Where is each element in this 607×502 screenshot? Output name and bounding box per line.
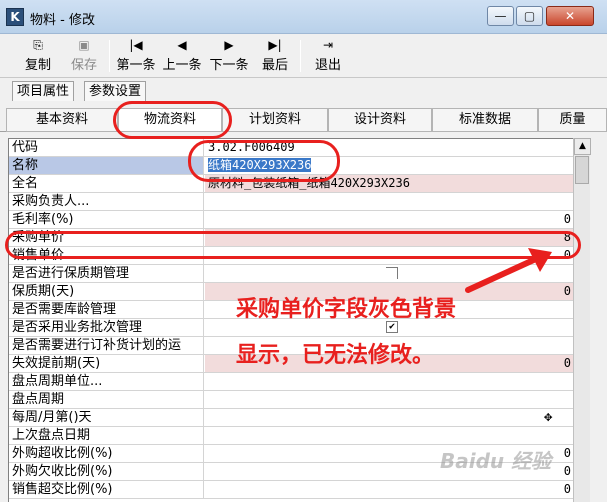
annotation-line-2: 显示，已无法修改。 [236,343,435,368]
row-label: 失效提前期(天) [9,355,204,372]
shelf-life-mgmt-checkbox[interactable] [386,267,398,279]
row-label: 是否需要进行订补货计划的运 [9,337,204,354]
last-count-date-value[interactable] [205,427,574,444]
row-label: 外购超收比例(%) [9,445,204,462]
copy-button[interactable]: ⎘ 复制 [18,36,58,76]
row-label: 是否需要库龄管理 [9,301,204,318]
row-label: 全名 [9,175,204,192]
prev-record-button[interactable]: ◀ 上一条 [159,36,205,76]
prev-record-label: 上一条 [162,58,202,73]
grid-row-code[interactable]: 代码 3.02.F006409 [9,139,574,157]
row-label: 名称 [9,157,204,174]
app-logo-icon: K [6,8,24,26]
tab-standard-data[interactable]: 标准数据 [432,108,538,132]
row-label: 销售单价 [9,247,204,264]
vertical-scrollbar[interactable]: ▲ [573,138,591,502]
grid-row-over-deliver[interactable]: 销售超交比例(%) 0 [9,481,574,499]
baidu-watermark: Baidu 经验 [440,449,552,473]
move-cursor-icon: ✥ [544,409,553,425]
full-name-value: 原材料_包装纸箱_纸箱420X293X236 [205,175,574,192]
window-title: 物料 - 修改 [30,13,95,28]
tab-item-properties[interactable]: 项目属性 [12,81,75,101]
save-button[interactable]: ▣ 保存 [64,36,104,76]
row-label: 盘点周期 [9,391,204,408]
row-label: 采购负责人... [9,193,204,210]
purchase-price-value: 8 [205,229,574,246]
grid-row-full-name[interactable]: 全名 原材料_包装纸箱_纸箱420X293X236 [9,175,574,193]
row-label: 保质期(天) [9,283,204,300]
close-button[interactable]: ✕ [546,6,594,26]
scroll-thumb[interactable] [575,156,589,184]
tab-parameter-settings[interactable]: 参数设置 [84,81,147,101]
title-bar: K 物料 - 修改 — ▢ ✕ [0,0,607,34]
count-cycle-value[interactable] [205,391,574,408]
grid-row-count-cycle-unit[interactable]: 盘点周期单位... [9,373,574,391]
sales-price-value[interactable]: 0 [205,247,574,264]
grid-row-name[interactable]: 名称 纸箱420X293X236 [9,157,574,175]
tab-quality[interactable]: 质量 [538,108,607,132]
last-record-button[interactable]: ▶| 最后 [256,36,294,76]
row-label: 是否进行保质期管理 [9,265,204,282]
maximize-button[interactable]: ▢ [516,6,543,26]
row-label: 盘点周期单位... [9,373,204,390]
row-label: 代码 [9,139,204,156]
row-label: 采购单价 [9,229,204,246]
shelf-life-mgmt-value[interactable] [205,265,574,282]
next-record-button[interactable]: ▶ 下一条 [205,36,253,76]
next-record-label: 下一条 [209,58,249,73]
grid-row-sales-price[interactable]: 销售单价 0 [9,247,574,265]
tab-logistics-info[interactable]: 物流资料 [118,108,222,132]
toolbar-separator [300,40,301,72]
grid-row-buyer[interactable]: 采购负责人... [9,193,574,211]
first-record-icon: |◀ [129,38,143,52]
grid-row-gross-margin[interactable]: 毛利率(%) 0 [9,211,574,229]
row-label: 每周/月第()天 [9,409,204,426]
row-label: 是否采用业务批次管理 [9,319,204,336]
last-record-icon: ▶| [268,38,282,52]
first-record-label: 第一条 [116,58,156,73]
prev-record-icon: ◀ [177,38,187,52]
count-cycle-unit-value[interactable] [205,373,574,390]
property-tabs: 项目属性 参数设置 [0,80,607,102]
section-tabs: 基本资料 物流资料 计划资料 设计资料 标准数据 质量 [0,106,607,132]
gross-margin-value[interactable]: 0 [205,211,574,228]
grid-row-week-month-day[interactable]: 每周/月第()天 ✥ [9,409,574,427]
scroll-up-arrow-icon[interactable]: ▲ [574,138,591,155]
over-deliver-value[interactable]: 0 [205,481,574,498]
save-label: 保存 [70,58,97,73]
grid-row-shelf-life-mgmt[interactable]: 是否进行保质期管理 [9,265,574,283]
last-record-label: 最后 [261,58,288,73]
grid-row-count-cycle[interactable]: 盘点周期 [9,391,574,409]
grid-row-purchase-price[interactable]: 采购单价 8 [9,229,574,247]
week-month-day-value[interactable]: ✥ [205,409,574,426]
row-label: 上次盘点日期 [9,427,204,444]
tab-planning-info[interactable]: 计划资料 [222,108,328,132]
grid-row-last-count-date[interactable]: 上次盘点日期 [9,427,574,445]
copy-label: 复制 [24,58,51,73]
name-value[interactable]: 纸箱420X293X236 [205,157,574,174]
first-record-button[interactable]: |◀ 第一条 [113,36,159,76]
toolbar: ⎘ 复制 ▣ 保存 |◀ 第一条 ◀ 上一条 ▶ 下一条 ▶| 最后 ⇥ 退出 [0,34,607,78]
code-value[interactable]: 3.02.F006409 [205,139,574,156]
buyer-value[interactable] [205,193,574,210]
minimize-button[interactable]: — [487,6,514,26]
row-label: 毛利率(%) [9,211,204,228]
toolbar-separator [109,40,110,72]
exit-icon: ⇥ [322,38,334,52]
save-icon: ▣ [78,38,90,52]
tab-basic-info[interactable]: 基本资料 [6,108,118,132]
row-label: 外购欠收比例(%) [9,463,204,480]
next-record-icon: ▶ [224,38,234,52]
tab-design-info[interactable]: 设计资料 [328,108,432,132]
row-label: 销售超交比例(%) [9,481,204,498]
annotation-line-1: 采购单价字段灰色背景 [236,297,457,322]
exit-button[interactable]: ⇥ 退出 [308,36,348,76]
copy-icon: ⎘ [33,38,43,52]
exit-label: 退出 [314,58,341,73]
name-selected-text[interactable]: 纸箱420X293X236 [208,158,312,172]
